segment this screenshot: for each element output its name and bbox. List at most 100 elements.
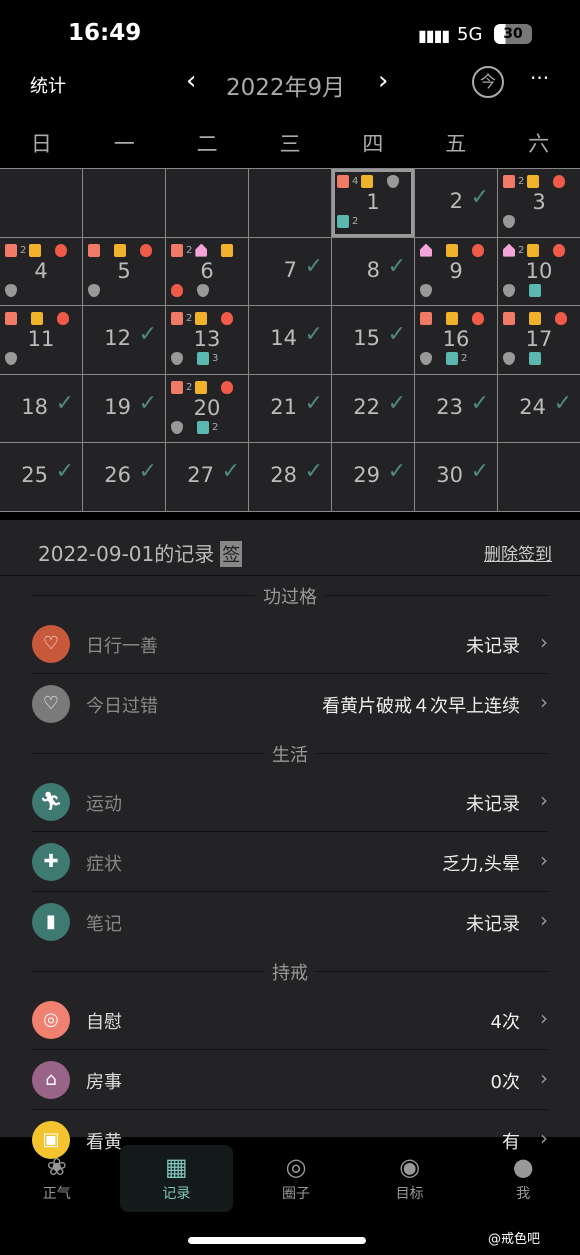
more-button[interactable]: ··· <box>530 66 549 90</box>
record-row[interactable]: ▮ 笔记 未记录 › <box>32 892 548 952</box>
calendar-day[interactable]: 24 ✓ <box>498 374 580 443</box>
day-icons <box>503 312 567 326</box>
nav-tab-4[interactable]: ● 我 <box>466 1137 580 1212</box>
fire-icon <box>171 283 183 297</box>
calendar-day[interactable]: 32 <box>498 169 580 237</box>
nav-tab-1[interactable]: ▦ 记录 <box>119 1145 234 1212</box>
calendar-day[interactable]: 15 ✓ <box>332 306 414 374</box>
icon-count: 2 <box>186 313 193 325</box>
monitor-icon <box>529 312 541 326</box>
calendar-day[interactable]: 27 ✓ <box>166 443 248 511</box>
day-number: 21 <box>270 394 297 419</box>
day-number: 18 <box>21 394 48 419</box>
target-icon: ◉ <box>399 1153 421 1181</box>
weekday: 六 <box>528 132 550 156</box>
day-number: 6 <box>200 258 214 283</box>
monitor-icon <box>31 312 43 326</box>
day-number: 19 <box>104 394 131 419</box>
record-row[interactable]: ♡ 今日过错 看黄片破戒４次早上连续 › <box>32 674 548 734</box>
record-date: 2022-09-01的记录 <box>38 542 215 566</box>
calendar-day[interactable]: 62 <box>166 237 248 306</box>
calendar-grid: 1 4 2 2 ✓ 3 2 4 2 5 6 2 7 ✓ 8 ✓ 9 10 2 11 12 ✓ 13 2 3 14 ✓ 15 ✓ 16 2 17… <box>0 168 580 512</box>
today-button[interactable]: 今 <box>472 66 504 98</box>
calendar-day[interactable]: 11 <box>0 306 82 374</box>
calendar-day[interactable]: 9 <box>415 237 497 306</box>
calendar-day[interactable]: 2 ✓ <box>415 169 497 237</box>
calendar-day[interactable]: 18 ✓ <box>0 374 82 443</box>
weekday: 四 <box>362 132 384 156</box>
next-month-button[interactable]: › <box>378 66 388 96</box>
weekday-header: 日一二三四五六 <box>0 128 580 158</box>
icon-count: 2 <box>518 176 525 187</box>
calendar-day[interactable]: 5 <box>83 237 165 306</box>
icon-count: 2 <box>212 421 219 433</box>
calendar-day[interactable]: 17 <box>498 306 580 374</box>
toilet-roll-icon <box>503 175 515 188</box>
medkit-icon <box>337 215 349 228</box>
broken-heart-icon <box>420 352 432 366</box>
chevron-right-icon: › <box>540 1066 548 1090</box>
row-value: 4次 <box>490 1012 520 1033</box>
monitor-icon <box>29 243 42 257</box>
calendar-day[interactable]: 12 ✓ <box>83 306 165 374</box>
battery-icon: 30 <box>494 24 532 44</box>
day-icons <box>88 243 152 257</box>
row-label: 运动 <box>86 794 122 815</box>
record-row[interactable]: ◎ 自慰 4次 › <box>32 990 548 1050</box>
day-icons: 2 <box>171 420 219 434</box>
record-row[interactable]: 🏃︎ 运动 未记录 › <box>32 772 548 832</box>
record-row[interactable]: ♡ 日行一善 未记录 › <box>32 614 548 674</box>
calendar-day[interactable]: 19 ✓ <box>83 374 165 443</box>
bottom-nav: ❀ 正气 ▦ 记录 ◎ 圈子 ◉ 目标 ● 我 <box>0 1137 580 1212</box>
day-number: 8 <box>366 257 380 282</box>
calendar-day[interactable]: 21 ✓ <box>249 374 331 443</box>
calendar-day[interactable]: 14 2 <box>332 169 414 237</box>
calendar-day[interactable]: 7 ✓ <box>249 237 331 306</box>
nav-label: 记录 <box>162 1186 191 1202</box>
nav-tab-0[interactable]: ❀ 正气 <box>0 1137 114 1212</box>
row-value: 未记录 <box>466 636 520 657</box>
calendar-day[interactable]: 13 2 3 <box>166 306 248 374</box>
medkit-icon <box>446 352 458 366</box>
nav-tab-2[interactable]: ◎ 圈子 <box>239 1137 353 1212</box>
calendar-day[interactable]: 30 ✓ <box>415 443 497 511</box>
calendar-day[interactable]: 42 <box>0 237 82 306</box>
calendar-day[interactable]: 22 ✓ <box>332 374 414 443</box>
day-icons <box>5 352 17 366</box>
nav-tab-3[interactable]: ◉ 目标 <box>353 1137 467 1212</box>
medkit-icon <box>197 420 209 434</box>
day-number: 1 <box>366 190 380 214</box>
delete-sign-in-link[interactable]: 删除签到 <box>484 540 552 565</box>
calendar-day[interactable]: 20 2 2 <box>166 374 248 443</box>
calendar-day[interactable]: 26 ✓ <box>83 443 165 511</box>
stats-button[interactable]: 统计 <box>30 72 66 98</box>
calendar-day[interactable]: 16 2 <box>415 306 497 374</box>
calendar-day[interactable]: 29 ✓ <box>332 443 414 511</box>
calendar-day[interactable]: 28 ✓ <box>249 443 331 511</box>
calendar-day[interactable]: 14 ✓ <box>249 306 331 374</box>
toilet-roll-icon <box>171 380 183 394</box>
calendar-day[interactable]: 23 ✓ <box>415 374 497 443</box>
day-icons <box>420 243 484 257</box>
prev-month-button[interactable]: ‹ <box>186 66 196 96</box>
sign-badge: 签 <box>220 541 243 567</box>
record-row[interactable]: ✚ 症状 乏力,头晕 › <box>32 832 548 892</box>
record-row[interactable]: ⌂ 房事 0次 › <box>32 1050 548 1110</box>
home-indicator[interactable] <box>188 1237 366 1244</box>
check-icon: ✓ <box>304 459 323 485</box>
calendar-day[interactable]: 8 ✓ <box>332 237 414 306</box>
day-icons: 4 <box>337 175 400 188</box>
calendar-day[interactable]: 25 ✓ <box>0 443 82 511</box>
calendar-day[interactable]: 10 2 <box>498 237 580 306</box>
check-icon: ✓ <box>304 390 323 416</box>
day-icons: 2 <box>171 312 234 326</box>
check-icon: ✓ <box>387 322 406 348</box>
